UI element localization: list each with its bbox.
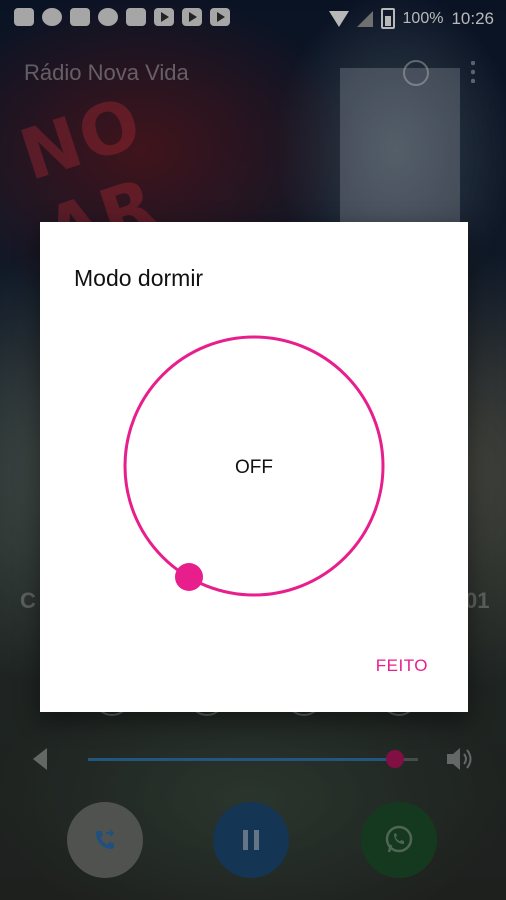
sleep-mode-dialog: Modo dormir OFF FEITO [40, 222, 468, 712]
sleep-timer-handle[interactable] [175, 563, 203, 591]
sleep-timer-value: OFF [235, 457, 273, 478]
done-button[interactable]: FEITO [376, 656, 428, 676]
dialog-title: Modo dormir [74, 265, 204, 291]
